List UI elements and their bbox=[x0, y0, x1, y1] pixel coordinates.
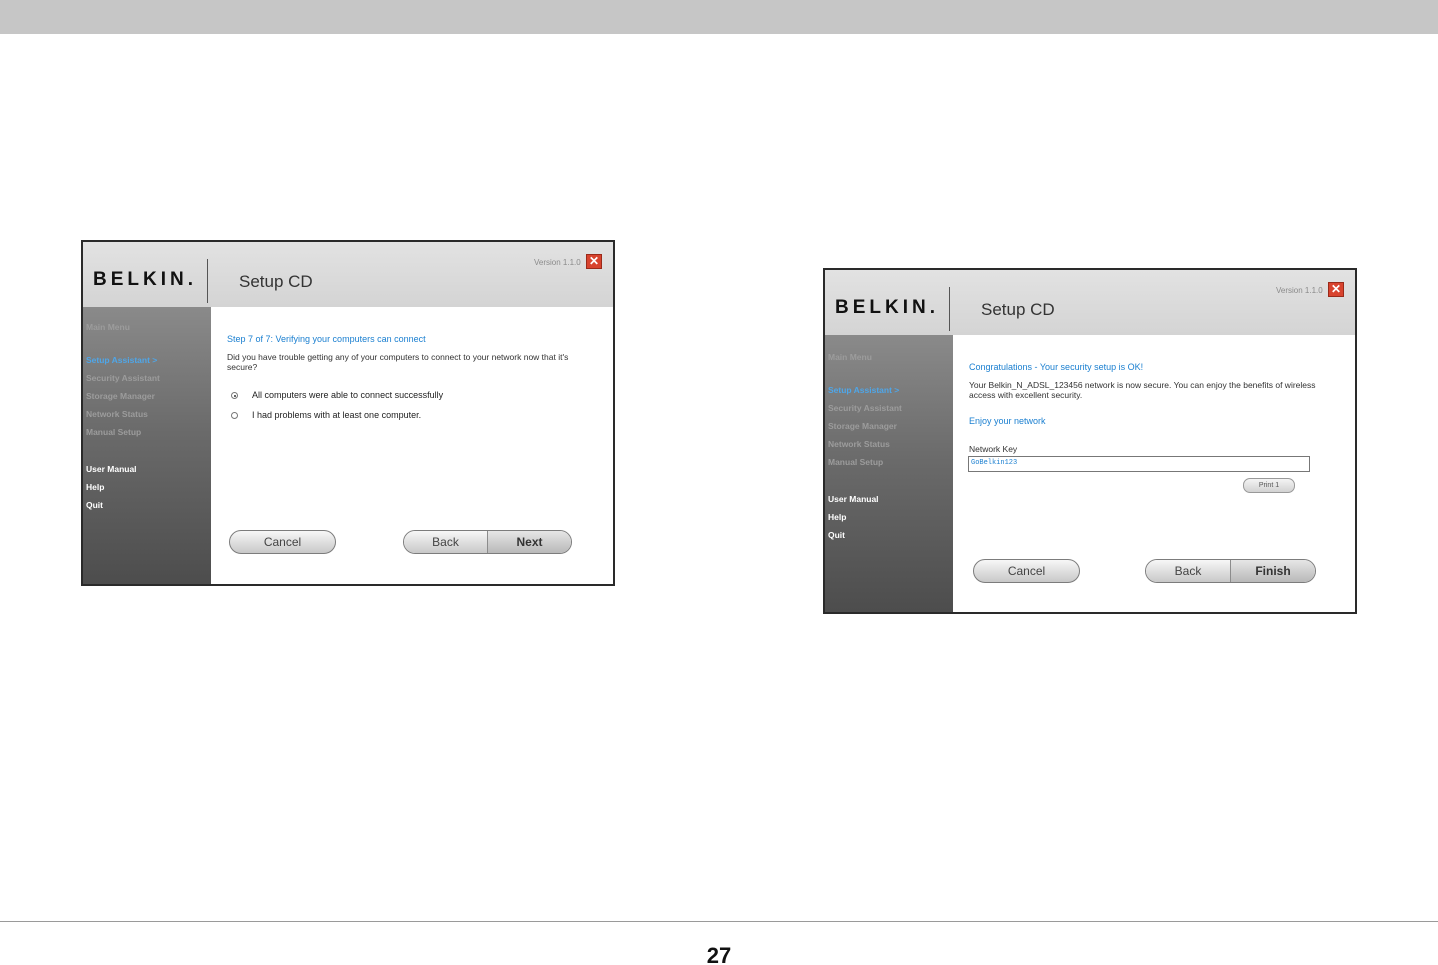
question-text: Did you have trouble getting any of your… bbox=[227, 352, 569, 372]
finish-button[interactable]: Finish bbox=[1230, 560, 1315, 582]
top-header-band bbox=[0, 0, 1438, 34]
sidebar-item-user-manual[interactable]: User Manual bbox=[86, 464, 137, 474]
network-key-field[interactable]: GoBelkin123 bbox=[968, 456, 1310, 472]
sidebar-item-setup-assistant[interactable]: Setup Assistant > bbox=[828, 385, 899, 395]
enjoy-network-heading: Enjoy your network bbox=[969, 416, 1046, 426]
content-panel: Step 7 of 7: Verifying your computers ca… bbox=[211, 307, 613, 584]
radio-unselected-icon[interactable] bbox=[231, 412, 238, 420]
network-key-label: Network Key bbox=[969, 444, 1018, 454]
belkin-logo: BELKIN. bbox=[93, 269, 197, 290]
option-connect-success[interactable]: All computers were able to connect succe… bbox=[231, 390, 443, 400]
window-header: BELKIN. Setup CD Version 1.1.0 ✕ bbox=[825, 270, 1355, 335]
sidebar-item-manual-setup[interactable]: Manual Setup bbox=[828, 457, 883, 467]
version-label: Version 1.1.0 bbox=[1276, 286, 1323, 295]
success-message: Your Belkin_N_ADSL_123456 network is now… bbox=[969, 380, 1316, 400]
header-divider bbox=[949, 287, 950, 331]
next-button[interactable]: Next bbox=[487, 531, 571, 553]
back-next-button-group: Back Next bbox=[403, 530, 572, 554]
setup-window-success: BELKIN. Setup CD Version 1.1.0 ✕ Main Me… bbox=[823, 268, 1357, 614]
footer-divider bbox=[0, 921, 1438, 922]
app-title: Setup CD bbox=[239, 272, 313, 291]
sidebar-item-security-assistant[interactable]: Security Assistant bbox=[828, 403, 902, 413]
sidebar-item-network-status[interactable]: Network Status bbox=[86, 409, 148, 419]
option-label: I had problems with at least one compute… bbox=[252, 410, 422, 420]
sidebar-item-security-assistant[interactable]: Security Assistant bbox=[86, 373, 160, 383]
close-icon[interactable]: ✕ bbox=[586, 254, 602, 269]
step-heading: Step 7 of 7: Verifying your computers ca… bbox=[227, 334, 426, 344]
sidebar-item-help[interactable]: Help bbox=[86, 482, 104, 492]
sidebar: Main Menu Setup Assistant > Security Ass… bbox=[83, 307, 211, 584]
window-header: BELKIN. Setup CD Version 1.1.0 ✕ bbox=[83, 242, 613, 307]
sidebar-item-user-manual[interactable]: User Manual bbox=[828, 494, 879, 504]
radio-selected-icon[interactable] bbox=[231, 392, 238, 400]
header-divider bbox=[207, 259, 208, 303]
success-heading: Congratulations - Your security setup is… bbox=[969, 362, 1144, 372]
sidebar-item-main-menu[interactable]: Main Menu bbox=[86, 322, 130, 332]
belkin-logo: BELKIN. bbox=[835, 297, 939, 318]
cancel-button[interactable]: Cancel bbox=[973, 559, 1080, 583]
sidebar-item-storage-manager[interactable]: Storage Manager bbox=[86, 391, 155, 401]
back-button[interactable]: Back bbox=[404, 531, 487, 553]
page-number: 27 bbox=[706, 943, 732, 965]
option-label: All computers were able to connect succe… bbox=[252, 390, 444, 400]
sidebar: Main Menu Setup Assistant > Security Ass… bbox=[825, 335, 953, 612]
sidebar-item-main-menu[interactable]: Main Menu bbox=[828, 352, 872, 362]
cancel-button[interactable]: Cancel bbox=[229, 530, 336, 554]
option-had-problems[interactable]: I had problems with at least one compute… bbox=[231, 410, 421, 420]
back-finish-button-group: Back Finish bbox=[1145, 559, 1316, 583]
sidebar-item-help[interactable]: Help bbox=[828, 512, 846, 522]
print-button[interactable]: Print 1 bbox=[1243, 478, 1295, 493]
sidebar-item-setup-assistant[interactable]: Setup Assistant > bbox=[86, 355, 157, 365]
app-title: Setup CD bbox=[981, 300, 1055, 319]
back-button[interactable]: Back bbox=[1146, 560, 1230, 582]
content-panel: Congratulations - Your security setup is… bbox=[953, 335, 1355, 612]
sidebar-item-manual-setup[interactable]: Manual Setup bbox=[86, 427, 141, 437]
setup-window-step7: BELKIN. Setup CD Version 1.1.0 ✕ Main Me… bbox=[81, 240, 615, 586]
sidebar-item-quit[interactable]: Quit bbox=[86, 500, 103, 510]
sidebar-item-storage-manager[interactable]: Storage Manager bbox=[828, 421, 897, 431]
version-label: Version 1.1.0 bbox=[534, 258, 581, 267]
sidebar-item-network-status[interactable]: Network Status bbox=[828, 439, 890, 449]
close-icon[interactable]: ✕ bbox=[1328, 282, 1344, 297]
sidebar-item-quit[interactable]: Quit bbox=[828, 530, 845, 540]
